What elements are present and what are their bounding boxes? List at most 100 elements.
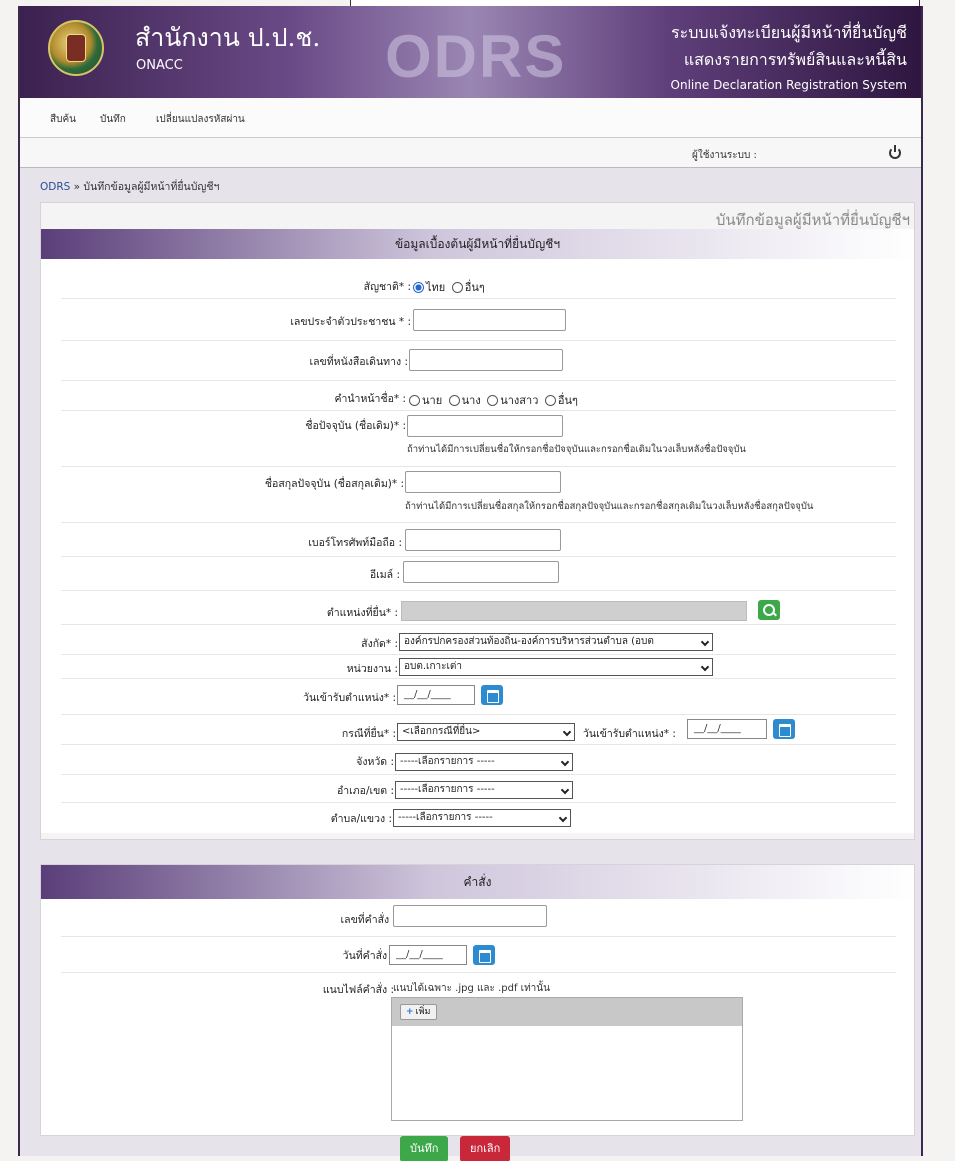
order-date-label: วันที่คำสั่ง : — [342, 950, 394, 962]
citizen-id-input[interactable] — [413, 309, 566, 331]
province-row: จังหวัด : -----เลือกรายการ ----- — [61, 745, 896, 775]
mobile-input[interactable] — [405, 529, 561, 551]
nacc-logo-icon — [48, 20, 104, 76]
page-container: สำนักงาน ป.ป.ช. ONACC ODRS ระบบแจ้งทะเบี… — [18, 6, 923, 1161]
start-date-calendar-icon[interactable] — [481, 685, 503, 705]
logo-emblem-icon — [66, 34, 86, 62]
prefix-miss-radio[interactable] — [487, 395, 499, 406]
chevron-down-icon — [560, 785, 570, 795]
add-file-button[interactable]: + เพิ่ม — [400, 1004, 437, 1020]
province-select[interactable]: -----เลือกรายการ ----- — [395, 753, 573, 771]
order-date-input[interactable]: __/__/____ — [389, 945, 467, 965]
prefix-row: คำนำหน้าชื่อ* : นาย นาง นางสาว อื่นๆ — [61, 381, 896, 411]
breadcrumb-home[interactable]: ODRS — [40, 181, 70, 193]
header-banner: สำนักงาน ป.ป.ช. ONACC ODRS ระบบแจ้งทะเบี… — [20, 6, 921, 98]
email-input[interactable] — [403, 561, 559, 583]
add-file-label: เพิ่ม — [415, 1007, 431, 1017]
nationality-radio-group: ไทย อื่นๆ — [413, 278, 488, 296]
prefix-label: คำนำหน้าชื่อ* : — [334, 393, 406, 405]
nationality-other-label: อื่นๆ — [464, 281, 485, 294]
chevron-down-icon — [558, 813, 568, 823]
prefix-miss-label: นางสาว — [500, 394, 539, 407]
district-select[interactable]: -----เลือกรายการ ----- — [395, 781, 573, 799]
org-name: สำนักงาน ป.ป.ช. — [135, 23, 321, 52]
email-row: อีเมล์ : — [61, 557, 896, 591]
case-label: กรณีที่ยื่น* : — [341, 728, 396, 740]
mobile-label: เบอร์โทรศัพท์มือถือ : — [308, 537, 402, 549]
section-basic-info-header: ข้อมูลเบื้องต้นผู้มีหน้าที่ยื่นบัญชีฯ — [41, 229, 914, 259]
id-label: เลขประจำตัวประชาชน * : — [290, 316, 411, 328]
email-label: อีเมล์ : — [369, 569, 400, 581]
order-date-calendar-icon[interactable] — [473, 945, 495, 965]
order-panel: คำสั่ง เลขที่คำสั่ง : วันที่คำสั่ง : __/… — [40, 864, 915, 1136]
case-date-calendar-icon[interactable] — [773, 719, 795, 739]
chevron-down-icon — [700, 637, 710, 647]
start-date-label: วันเข้ารับตำแหน่ง* : — [303, 692, 396, 704]
subdistrict-value: -----เลือกรายการ ----- — [398, 812, 493, 823]
case-date-label: วันเข้ารับตำแหน่ง* : — [583, 728, 676, 740]
position-row: ตำแหน่งที่ยื่น* : — [61, 591, 896, 625]
attach-note: แนบได้เฉพาะ .jpg และ .pdf เท่านั้น — [393, 983, 550, 994]
id-row: เลขประจำตัวประชาชน * : — [61, 299, 896, 341]
section-order-header: คำสั่ง — [41, 865, 914, 899]
start-date-row: วันเข้ารับตำแหน่ง* : __/__/____ — [61, 679, 896, 715]
affiliation-select[interactable]: องค์กรปกครองส่วนท้องถิ่น-องค์การบริหารส่… — [399, 633, 713, 651]
user-bar: ผู้ใช้งานระบบ : — [20, 138, 921, 168]
firstname-row: ชื่อปัจจุบัน (ชื่อเดิม)* : ถ้าท่านได้มีก… — [61, 411, 896, 467]
prefix-other-label: อื่นๆ — [557, 394, 578, 407]
district-value: -----เลือกรายการ ----- — [400, 784, 495, 795]
prefix-radio-group: นาย นาง นางสาว อื่นๆ — [409, 391, 581, 409]
power-logout-icon[interactable] — [889, 145, 901, 159]
attach-row: แนบไฟล์คำสั่ง : แนบได้เฉพาะ .jpg และ .pd… — [61, 973, 896, 1133]
save-button[interactable]: บันทึก — [400, 1136, 449, 1161]
prefix-mrs-radio[interactable] — [448, 395, 460, 406]
chevron-down-icon — [560, 757, 570, 767]
affiliation-label: สังกัด* : — [361, 638, 398, 650]
subdistrict-label: ตำบล/แขวง : — [330, 813, 392, 825]
breadcrumb: ODRS » บันทึกข้อมูลผู้มีหน้าที่ยื่นบัญชี… — [40, 178, 219, 195]
position-label: ตำแหน่งที่ยื่น* : — [326, 607, 398, 619]
lastname-input[interactable] — [405, 471, 561, 493]
odrs-logo-text: ODRS — [385, 23, 567, 90]
main-nav: สืบค้น บันทึก เปลี่ยนแปลงรหัสผ่าน — [20, 98, 921, 138]
subdistrict-row: ตำบล/แขวง : -----เลือกรายการ ----- — [61, 803, 896, 833]
prefix-other-radio[interactable] — [544, 395, 556, 406]
attachment-dropzone[interactable]: + เพิ่ม — [391, 997, 743, 1121]
lastname-row: ชื่อสกุลปัจจุบัน (ชื่อสกุลเดิม)* : ถ้าท่… — [61, 467, 896, 523]
case-select[interactable]: <เลือกกรณีที่ยื่น> — [397, 723, 575, 741]
start-date-input[interactable]: __/__/____ — [397, 685, 475, 705]
nav-record[interactable]: บันทึก — [100, 112, 126, 127]
passport-row: เลขที่หนังสือเดินทาง : — [61, 341, 896, 381]
firstname-input[interactable] — [407, 415, 563, 437]
passport-input[interactable] — [409, 349, 563, 371]
breadcrumb-current: บันทึกข้อมูลผู้มีหน้าที่ยื่นบัญชีฯ — [83, 181, 220, 193]
system-title-english: Online Declaration Registration System — [670, 78, 907, 92]
system-title-line2: แสดงรายการทรัพย์สินและหนี้สิน — [683, 50, 907, 69]
case-date-input[interactable]: __/__/____ — [687, 719, 767, 739]
province-label: จังหวัด : — [356, 756, 394, 768]
attach-label: แนบไฟล์คำสั่ง : — [322, 984, 394, 996]
nationality-other-radio[interactable] — [451, 282, 463, 293]
cancel-button[interactable]: ยกเลิก — [460, 1136, 511, 1161]
order-number-input[interactable] — [393, 905, 547, 927]
unit-value: อบต.เกาะเต่า — [404, 661, 463, 672]
case-value: <เลือกกรณีที่ยื่น> — [402, 726, 481, 737]
nationality-row: สัญชาติ* : ไทย อื่นๆ — [61, 259, 896, 299]
unit-select[interactable]: อบต.เกาะเต่า — [399, 658, 713, 676]
nav-change-password[interactable]: เปลี่ยนแปลงรหัสผ่าน — [156, 112, 245, 127]
lastname-label: ชื่อสกุลปัจจุบัน (ชื่อสกุลเดิม)* : — [264, 478, 404, 490]
affiliation-value: องค์กรปกครองส่วนท้องถิ่น-องค์การบริหารส่… — [404, 636, 654, 647]
district-row: อำเภอ/เขต : -----เลือกรายการ ----- — [61, 775, 896, 803]
prefix-mr-radio[interactable] — [409, 395, 420, 406]
nationality-thai-radio[interactable] — [413, 282, 424, 293]
nav-search[interactable]: สืบค้น — [50, 112, 76, 127]
system-title-line1: ระบบแจ้งทะเบียนผู้มีหน้าที่ยื่นบัญชี — [671, 23, 907, 42]
position-search-button[interactable] — [758, 600, 780, 620]
order-date-row: วันที่คำสั่ง : __/__/____ — [61, 937, 896, 973]
position-field — [401, 601, 747, 621]
nationality-thai-label: ไทย — [426, 281, 446, 294]
subdistrict-select[interactable]: -----เลือกรายการ ----- — [393, 809, 571, 827]
prefix-mrs-label: นาง — [461, 394, 481, 407]
chevron-down-icon — [562, 727, 572, 737]
mobile-row: เบอร์โทรศัพท์มือถือ : — [61, 523, 896, 557]
